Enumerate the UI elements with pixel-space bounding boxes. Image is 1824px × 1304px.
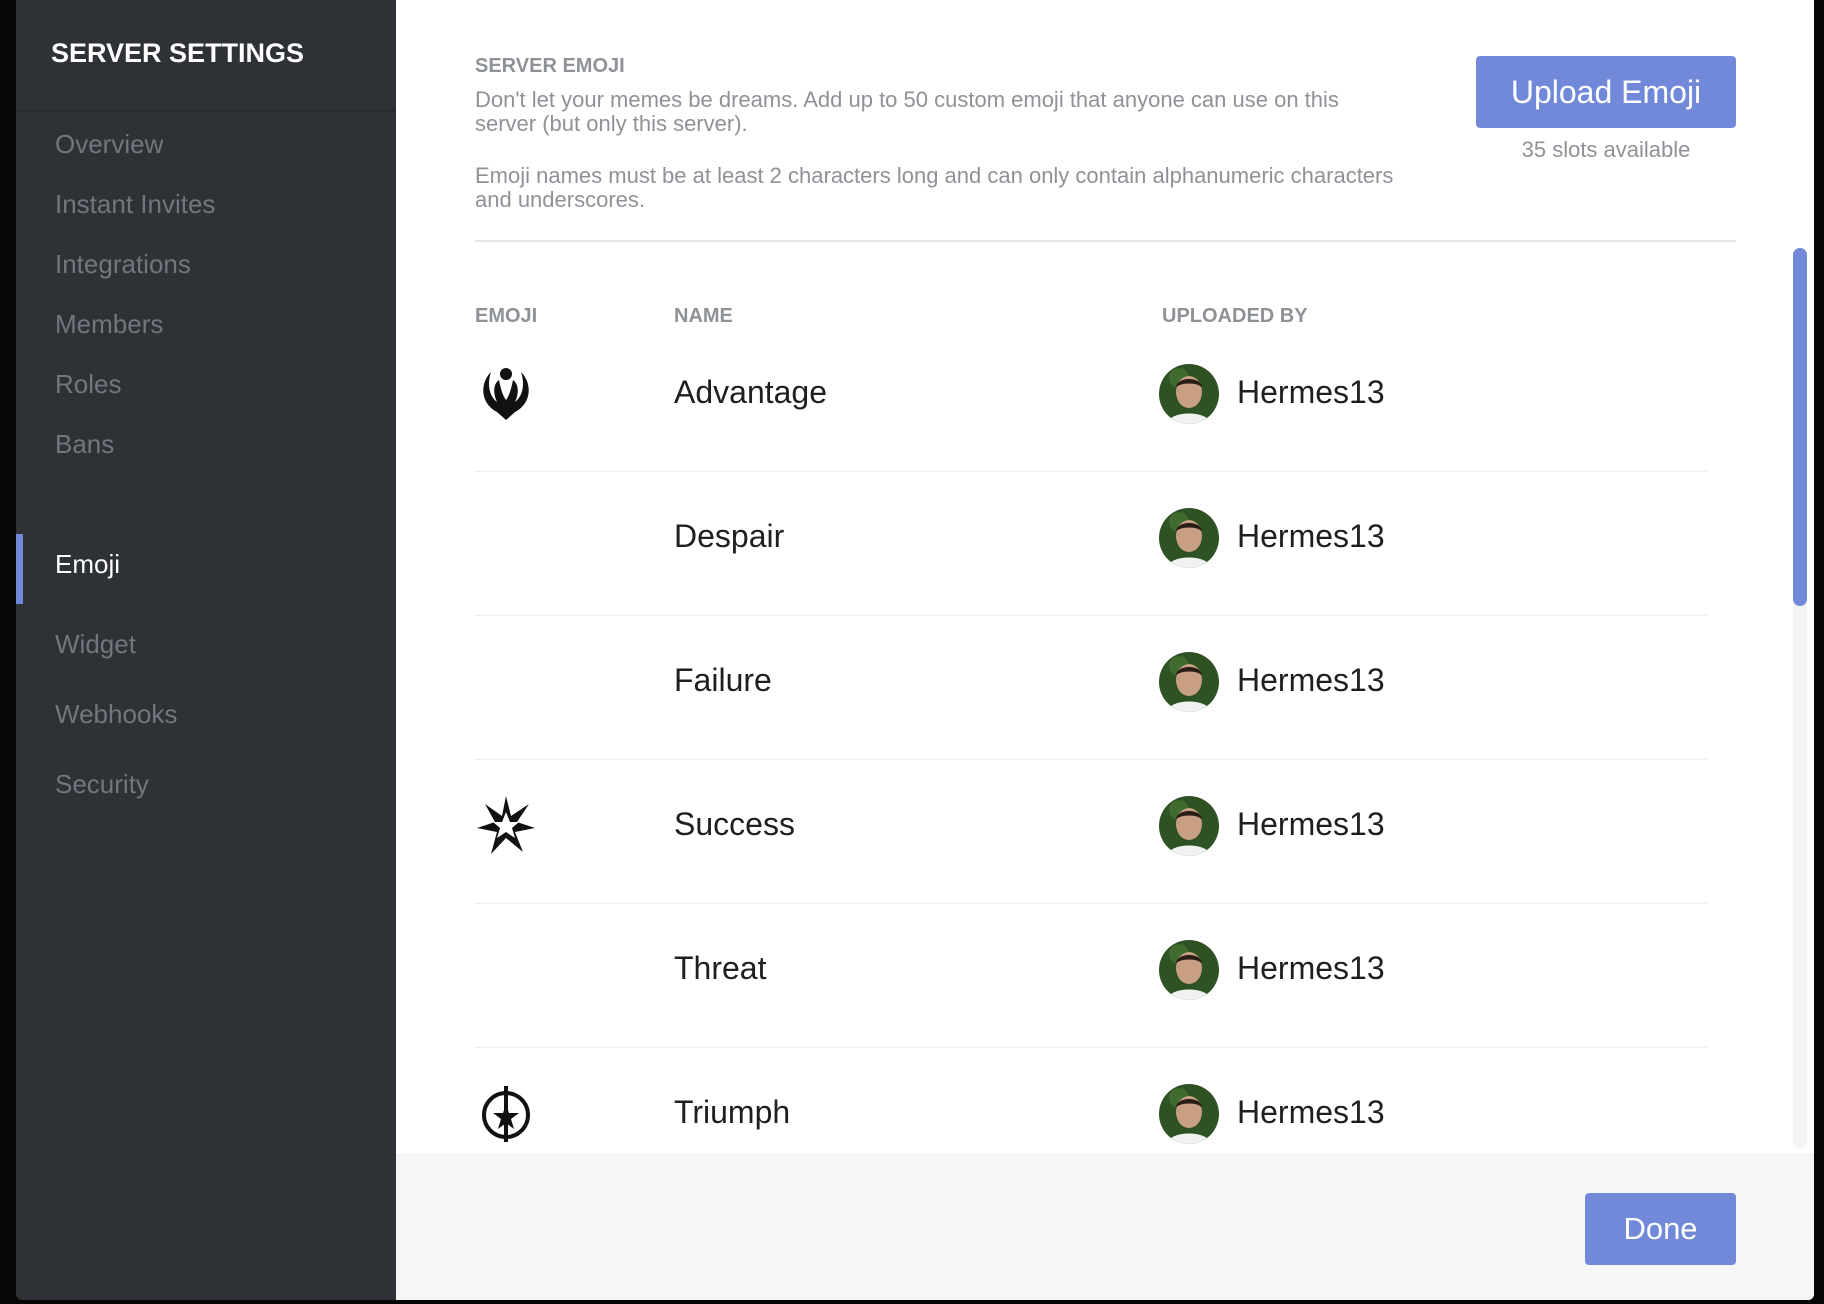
sidebar-item-bans[interactable]: Bans bbox=[16, 414, 396, 478]
avatar[interactable] bbox=[1159, 940, 1219, 1000]
footer-bar: Done bbox=[396, 1154, 1814, 1300]
table-row[interactable]: Success Hermes13 bbox=[475, 760, 1707, 904]
sidebar-item-instant-invites[interactable]: Instant Invites bbox=[16, 174, 396, 238]
table-row[interactable]: Despair Hermes13 bbox=[475, 472, 1707, 616]
sidebar-item-integrations[interactable]: Integrations bbox=[16, 234, 396, 298]
sidebar-item-label: Overview bbox=[55, 129, 164, 159]
avatar[interactable] bbox=[1159, 508, 1219, 568]
table-row[interactable]: Failure Hermes13 bbox=[475, 616, 1707, 760]
sidebar-item-label: Security bbox=[55, 769, 149, 799]
emoji-name: Triumph bbox=[674, 1094, 791, 1130]
sidebar-item-roles[interactable]: Roles bbox=[16, 354, 396, 418]
avatar[interactable] bbox=[1159, 1084, 1219, 1144]
sidebar-item-members[interactable]: Members bbox=[16, 294, 396, 358]
emoji-name: Failure bbox=[674, 662, 772, 698]
header-divider bbox=[475, 240, 1736, 242]
sidebar-item-label: Webhooks bbox=[55, 699, 178, 729]
selected-indicator bbox=[16, 534, 23, 604]
sidebar-item-webhooks[interactable]: Webhooks bbox=[16, 684, 396, 748]
emoji-image-blank bbox=[475, 938, 537, 1000]
emoji-image-blank bbox=[475, 650, 537, 712]
sidebar-item-label: Bans bbox=[55, 429, 115, 459]
uploader-name: Hermes13 bbox=[1237, 374, 1385, 410]
emoji-settings-panel: SERVER EMOJI Don't let your memes be dre… bbox=[396, 0, 1814, 1300]
table-row[interactable]: Advantage Hermes13 bbox=[475, 328, 1707, 472]
sidebar-item-label: Integrations bbox=[55, 249, 191, 279]
scrollbar-thumb[interactable] bbox=[1793, 248, 1807, 606]
sidebar-item-security[interactable]: Security bbox=[16, 754, 396, 818]
upload-emoji-button[interactable]: Upload Emoji bbox=[1476, 56, 1736, 128]
settings-sidebar: SERVER SETTINGS Overview Instant Invites… bbox=[16, 0, 396, 1300]
avatar[interactable] bbox=[1159, 364, 1219, 424]
column-header-uploaded-by: UPLOADED BY bbox=[1162, 305, 1308, 327]
avatar[interactable] bbox=[1159, 796, 1219, 856]
sidebar-item-label: Widget bbox=[55, 629, 136, 659]
table-row[interactable]: Threat Hermes13 bbox=[475, 904, 1707, 1048]
emoji-name: Advantage bbox=[674, 374, 828, 410]
sidebar-divider bbox=[16, 110, 396, 112]
settings-window: SERVER SETTINGS Overview Instant Invites… bbox=[0, 0, 1824, 1304]
sidebar-item-label: Emoji bbox=[55, 549, 121, 579]
success-icon bbox=[475, 794, 537, 856]
emoji-name: Despair bbox=[674, 518, 785, 554]
uploader-name: Hermes13 bbox=[1237, 518, 1385, 554]
advantage-icon bbox=[475, 362, 537, 424]
avatar[interactable] bbox=[1159, 652, 1219, 712]
uploader-name: Hermes13 bbox=[1237, 662, 1385, 698]
sidebar-item-overview[interactable]: Overview bbox=[16, 114, 396, 178]
triumph-icon bbox=[475, 1082, 537, 1144]
sidebar-title: SERVER SETTINGS bbox=[51, 38, 305, 68]
emoji-name: Threat bbox=[674, 950, 767, 986]
description-text: Don't let your memes be dreams. Add up t… bbox=[475, 87, 1339, 136]
sidebar-item-widget[interactable]: Widget bbox=[16, 614, 396, 678]
sidebar-item-label: Members bbox=[55, 309, 164, 339]
sidebar-item-emoji[interactable]: Emoji bbox=[16, 534, 396, 604]
slots-available-text: 35 slots available bbox=[1521, 137, 1691, 162]
uploader-name: Hermes13 bbox=[1237, 950, 1385, 986]
uploader-name: Hermes13 bbox=[1237, 806, 1385, 842]
column-header-emoji: EMOJI bbox=[475, 305, 538, 327]
naming-rules-text: Emoji names must be at least 2 character… bbox=[475, 163, 1394, 212]
uploader-name: Hermes13 bbox=[1237, 1094, 1385, 1130]
sidebar-item-label: Roles bbox=[55, 369, 122, 399]
section-title: SERVER EMOJI bbox=[475, 55, 625, 77]
emoji-name: Success bbox=[674, 806, 795, 842]
column-header-name: NAME bbox=[674, 305, 733, 327]
sidebar-item-label: Instant Invites bbox=[55, 189, 216, 219]
done-button[interactable]: Done bbox=[1585, 1193, 1736, 1265]
emoji-image-blank bbox=[475, 506, 537, 568]
